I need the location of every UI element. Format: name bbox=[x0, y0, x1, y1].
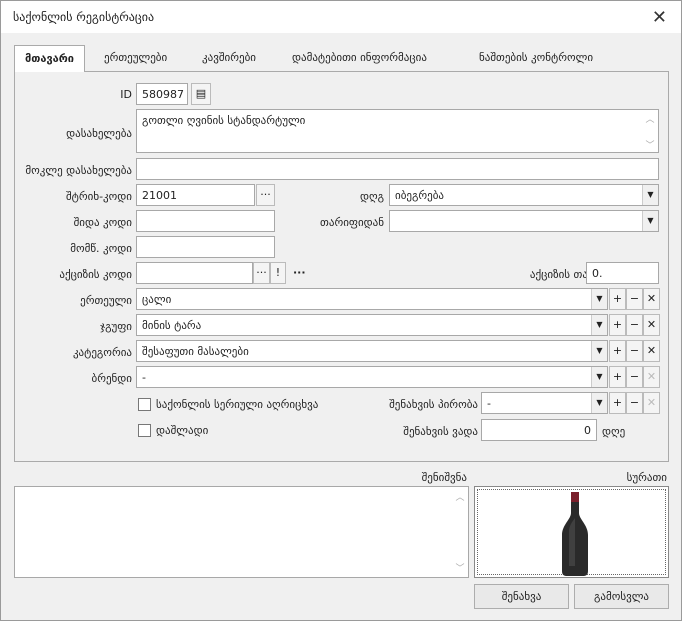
category-label: კატეგორია bbox=[72, 346, 132, 359]
tab-stock-control[interactable]: ნაშთების კონტროლი bbox=[479, 51, 593, 64]
chevron-down-icon[interactable]: ▼ bbox=[591, 289, 607, 309]
storage-condition-value: - bbox=[487, 397, 491, 410]
group-label: ჯგუფი bbox=[100, 320, 132, 333]
internal-code-label: შიდა კოდი bbox=[73, 216, 132, 229]
tab-links[interactable]: კავშირები bbox=[202, 51, 256, 64]
dialog-window: საქონლის რეგისტრაცია ✕ მთავარი ერთეულები… bbox=[0, 0, 682, 621]
minus-icon[interactable]: − bbox=[626, 288, 643, 310]
scroll-down-icon[interactable]: ﹀ bbox=[454, 561, 466, 574]
tab-additional-info[interactable]: დამატებითი ინფორმაცია bbox=[292, 51, 427, 64]
id-label: ID bbox=[120, 88, 132, 101]
barcode-field[interactable]: 21001 bbox=[136, 184, 255, 206]
chevron-down-icon[interactable]: ▼ bbox=[591, 341, 607, 361]
name-label: დასახელება bbox=[66, 127, 132, 140]
plus-icon[interactable]: + bbox=[609, 340, 626, 362]
barcode-label: შტრიხ-კოდი bbox=[65, 190, 132, 203]
excise-code-field[interactable] bbox=[136, 262, 253, 284]
storage-term-label: შენახვის ვადა bbox=[403, 425, 478, 438]
clear-icon[interactable]: ✕ bbox=[643, 288, 660, 310]
group-value: მინის ტარა bbox=[142, 319, 202, 332]
shortname-label: მოკლე დასახელება bbox=[25, 164, 132, 177]
plus-icon[interactable]: + bbox=[609, 288, 626, 310]
minus-icon[interactable]: − bbox=[626, 392, 643, 414]
scroll-up-icon[interactable]: ︿ bbox=[644, 112, 656, 125]
wine-bottle-image bbox=[562, 492, 588, 576]
shortname-field[interactable] bbox=[136, 158, 659, 180]
chevron-down-icon[interactable]: ▼ bbox=[591, 367, 607, 387]
supplier-code-field[interactable] bbox=[136, 236, 275, 258]
clipboard-icon[interactable]: ▤ bbox=[191, 83, 211, 105]
photo-label: სურათი bbox=[626, 471, 667, 484]
title-bar: საქონლის რეგისტრაცია ✕ bbox=[1, 1, 681, 33]
barcode-browse-button[interactable]: ··· bbox=[256, 184, 275, 206]
chevron-down-icon[interactable]: ▼ bbox=[591, 315, 607, 335]
divisible-label: დაშლადი bbox=[156, 424, 209, 437]
plus-icon[interactable]: + bbox=[609, 366, 626, 388]
tariff-select[interactable]: ▼ bbox=[389, 210, 659, 232]
name-field[interactable]: გოთლი ღვინის სტანდარტული ︿ ﹀ bbox=[136, 109, 659, 153]
plus-icon[interactable]: + bbox=[609, 314, 626, 336]
days-label: დღე bbox=[602, 425, 626, 438]
serial-tracking-label: საქონლის სერიული აღრიცხვა bbox=[156, 398, 319, 411]
cancel-button[interactable]: გამოსვლა bbox=[574, 584, 669, 609]
tab-main[interactable]: მთავარი bbox=[14, 45, 86, 72]
group-select[interactable]: მინის ტარა ▼ bbox=[136, 314, 608, 336]
excise-code-label: აქციზის კოდი bbox=[59, 268, 132, 281]
photo-frame bbox=[477, 489, 666, 576]
save-button[interactable]: შენახვა bbox=[474, 584, 569, 609]
excise-amount-field[interactable]: 0. bbox=[586, 262, 659, 284]
close-icon[interactable]: ✕ bbox=[652, 7, 667, 28]
storage-condition-label: შენახვის პირობა bbox=[389, 398, 478, 411]
notes-label: შენიშვნა bbox=[421, 471, 467, 484]
chevron-down-icon[interactable]: ▼ bbox=[642, 185, 658, 205]
plus-icon[interactable]: + bbox=[609, 392, 626, 414]
clear-icon[interactable]: ✕ bbox=[643, 314, 660, 336]
chevron-down-icon[interactable]: ▼ bbox=[591, 393, 607, 413]
category-select[interactable]: შესაფუთი მასალები ▼ bbox=[136, 340, 608, 362]
window-title: საქონლის რეგისტრაცია bbox=[13, 10, 155, 24]
vat-value: იბეგრება bbox=[395, 189, 444, 202]
storage-condition-select[interactable]: - ▼ bbox=[481, 392, 608, 414]
brand-label: ბრენდი bbox=[91, 372, 132, 385]
scroll-down-icon[interactable]: ﹀ bbox=[644, 138, 656, 151]
notes-textarea[interactable]: ︿ ﹀ bbox=[14, 486, 469, 578]
excise-browse-button[interactable]: ··· bbox=[253, 262, 270, 284]
unit-select[interactable]: ცალი ▼ bbox=[136, 288, 608, 310]
tariff-label: თარიფიდან bbox=[320, 216, 384, 229]
storage-term-field[interactable]: 0 bbox=[481, 419, 597, 441]
supplier-code-label: მომწ. კოდი bbox=[70, 242, 132, 255]
vat-select[interactable]: იბეგრება ▼ bbox=[389, 184, 659, 206]
clear-icon[interactable]: ✕ bbox=[643, 392, 660, 414]
minus-icon[interactable]: − bbox=[626, 340, 643, 362]
internal-code-field[interactable] bbox=[136, 210, 275, 232]
serial-tracking-checkbox[interactable] bbox=[138, 398, 151, 411]
photo-box[interactable] bbox=[474, 486, 669, 578]
more-icon[interactable]: ··· bbox=[293, 266, 306, 279]
unit-value: ცალი bbox=[142, 293, 172, 306]
category-value: შესაფუთი მასალები bbox=[142, 345, 249, 358]
brand-select[interactable]: - ▼ bbox=[136, 366, 608, 388]
vat-label: დღგ bbox=[359, 190, 384, 203]
id-field[interactable]: 580987 bbox=[136, 83, 188, 105]
chevron-down-icon[interactable]: ▼ bbox=[642, 211, 658, 231]
unit-label: ერთეული bbox=[80, 294, 132, 307]
minus-icon[interactable]: − bbox=[626, 366, 643, 388]
main-panel: ID 580987 ▤ დასახელება გოთლი ღვინის სტან… bbox=[14, 71, 669, 462]
brand-value: - bbox=[142, 371, 146, 384]
minus-icon[interactable]: − bbox=[626, 314, 643, 336]
divisible-checkbox[interactable] bbox=[138, 424, 151, 437]
clear-icon[interactable]: ✕ bbox=[643, 366, 660, 388]
name-value: გოთლი ღვინის სტანდარტული bbox=[142, 114, 306, 127]
scroll-up-icon[interactable]: ︿ bbox=[454, 490, 466, 503]
clear-icon[interactable]: ✕ bbox=[643, 340, 660, 362]
tab-units[interactable]: ერთეულები bbox=[104, 51, 167, 64]
excise-info-button[interactable]: ! bbox=[270, 262, 286, 284]
